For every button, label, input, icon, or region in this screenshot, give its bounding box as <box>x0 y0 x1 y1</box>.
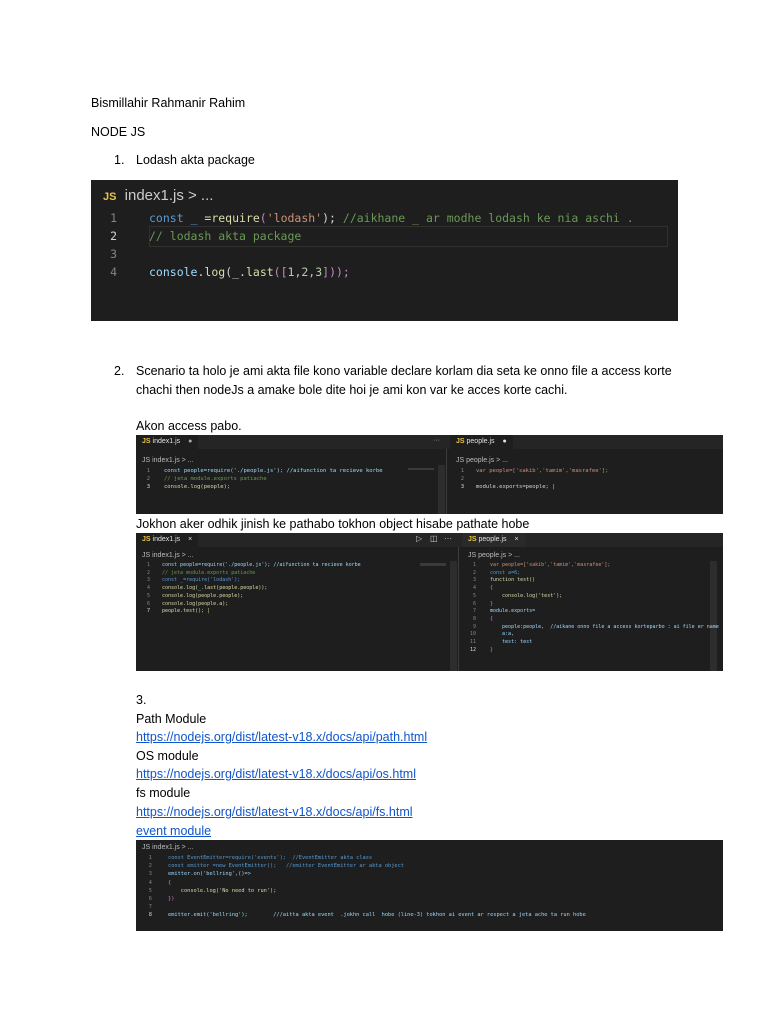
code-line: { <box>490 585 494 592</box>
code-line: const a=6; <box>490 569 521 576</box>
code-line: // jeta module.exports patiache <box>162 569 256 576</box>
fs-module-label: fs module <box>136 786 191 800</box>
code-line: a:a, <box>490 631 515 638</box>
code-line: { <box>490 615 494 622</box>
line-number: 4 <box>110 265 117 279</box>
tab-index1[interactable]: JS index1.js × <box>136 533 199 547</box>
code-line: } <box>490 646 494 653</box>
code-line: emitter.on('bellring',()=> <box>168 871 251 878</box>
code-line: module.exports=people; | <box>476 484 556 490</box>
code-line: console.log(people.a); <box>162 600 229 607</box>
code-screenshot-people-object: JS index1.js × ▷ ◫ ··· JS people.js × JS… <box>136 533 723 671</box>
doc-heading: Bismillahir Rahmanir Rahim <box>91 96 246 110</box>
code-line-2: // lodash akta package <box>149 229 302 243</box>
item3-number: 3. <box>136 693 147 707</box>
code-line: console.log(_.last(people.people)); <box>162 585 268 592</box>
code-line: const _=require('lodash'); <box>162 577 241 584</box>
code-line: const EventEmitter=require('events'); //… <box>168 855 373 861</box>
line-number: 1 <box>110 211 117 225</box>
code-line: var people=['sakib','tamim','masrafee']; <box>476 468 609 474</box>
breadcrumb-left: JS index1.js > ... <box>142 552 194 559</box>
code-line: const emitter =new EventEmitter(); //emi… <box>168 863 404 870</box>
js-file-icon: JS <box>103 191 117 203</box>
path-module-label: Path Module <box>136 712 207 726</box>
code-screenshot-people-array: JS index1.js ● ··· JS people.js ● JS ind… <box>136 435 723 514</box>
code-line: people:people, //aikane onno file a acce… <box>490 623 719 630</box>
code-line: console.log('test'); <box>490 592 563 599</box>
item1-number: 1. <box>114 153 125 167</box>
item2-number: 2. <box>114 364 125 378</box>
more-actions-icon[interactable]: ··· <box>444 534 452 543</box>
line-number: 3 <box>110 247 117 261</box>
code-line: module.exports= <box>490 608 536 615</box>
os-module-label: OS module <box>136 749 199 763</box>
code-line: console.log('No need to run'); <box>168 887 277 894</box>
code-line: function test() <box>490 577 536 584</box>
code-line: test: test <box>490 639 533 645</box>
breadcrumb: JS index1.js > ... <box>142 844 194 851</box>
breadcrumb: index1.js > ... <box>124 187 214 204</box>
fs-module-link[interactable]: https://nodejs.org/dist/latest-v18.x/doc… <box>136 804 413 820</box>
code-line: people.test(); | <box>162 608 211 615</box>
code-screenshot-lodash: JS index1.js > ... 1 2 3 4 const _ =requ… <box>91 180 678 321</box>
code-line: }) <box>168 896 175 902</box>
code-line: // jeta module.exports patiache <box>164 476 267 482</box>
item2-line-2: chachi then nodeJs a amake bole dite hoi… <box>136 383 568 397</box>
item2-line-1: Scenario ta holo je ami akta file kono v… <box>136 364 672 378</box>
run-icon[interactable]: ▷ <box>416 534 422 543</box>
code-line: const people=require('./people.js'); //a… <box>164 468 383 474</box>
tab-people[interactable]: JS people.js ● <box>450 435 513 449</box>
split-editor-icon[interactable]: ◫ <box>430 534 438 543</box>
code-line-1: const _ =require('lodash'); //aikhane _ … <box>149 211 634 225</box>
more-actions-icon[interactable]: ··· <box>433 437 440 444</box>
item2-access: Akon access pabo. <box>136 419 242 433</box>
code-line: console.log(people.people); <box>162 592 244 599</box>
code-line: const people=require('./people.js'); //a… <box>162 562 361 568</box>
code-screenshot-events: JS index1.js > ... 1 2 3 4 5 6 7 8 const… <box>136 840 723 931</box>
breadcrumb-left: JS index1.js > ... <box>142 457 194 464</box>
item1-text: Lodash akta package <box>136 153 255 167</box>
tab-people[interactable]: JS people.js × <box>462 533 525 547</box>
os-module-link[interactable]: https://nodejs.org/dist/latest-v18.x/doc… <box>136 766 416 782</box>
breadcrumb-right: JS people.js > ... <box>456 457 508 464</box>
breadcrumb-right: JS people.js > ... <box>468 552 520 559</box>
doc-topic: NODE JS <box>91 125 146 139</box>
code-line: console.log(people); <box>164 484 231 490</box>
code-line: } <box>490 600 494 607</box>
code-line-4: console.log(_.last([1,2,3])); <box>149 265 350 279</box>
item2-object: Jokhon aker odhik jinish ke pathabo tokh… <box>136 517 530 531</box>
line-number: 2 <box>110 229 117 243</box>
code-line: emitter.emit('bellring'); ///aitta akta … <box>168 912 586 919</box>
path-module-link[interactable]: https://nodejs.org/dist/latest-v18.x/doc… <box>136 729 427 745</box>
tab-index1[interactable]: JS index1.js ● <box>136 435 199 449</box>
event-module-link[interactable]: event module <box>136 823 211 839</box>
code-line: var people=['sakib','tamim','masrafee']; <box>490 562 611 568</box>
code-line: { <box>168 879 172 886</box>
